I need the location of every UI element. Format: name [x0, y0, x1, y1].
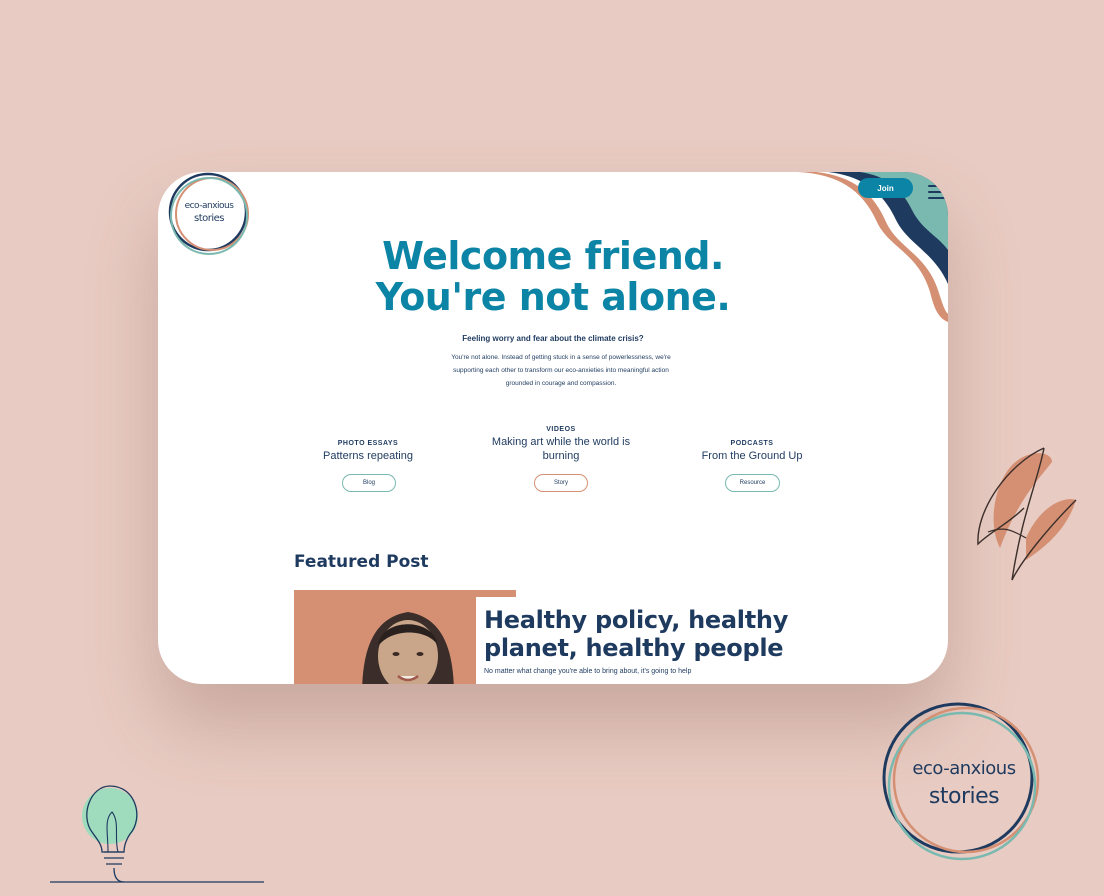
website-preview-card: eco-anxious stories Join Welcome friend.… [158, 172, 948, 684]
featured-portrait-image[interactable] [344, 596, 474, 684]
hero-title-line1: Welcome friend. [382, 234, 724, 278]
blog-button[interactable]: Blog [342, 474, 396, 492]
hero-subtitle: Feeling worry and fear about the climate… [462, 334, 644, 343]
logo-text-line1: eco-anxious [912, 758, 1016, 779]
join-button[interactable]: Join [858, 178, 913, 198]
brand-logo-large: eco-anxious stories [880, 702, 1048, 862]
category-label: PODCASTS [730, 440, 774, 447]
featured-post-excerpt: No matter what change you're able to bri… [484, 668, 692, 675]
category-photo-essays: PHOTO ESSAYS Patterns repeating [298, 440, 438, 463]
hero-body-line2: supporting each other to transform our e… [453, 367, 669, 374]
hero-body: You're not alone. Instead of getting stu… [428, 351, 694, 390]
featured-post-title[interactable]: Healthy policy, healthy planet, healthy … [484, 606, 804, 662]
resource-button[interactable]: Resource [725, 474, 780, 492]
category-label: VIDEOS [546, 426, 576, 433]
category-title[interactable]: Patterns repeating [298, 449, 438, 463]
category-title-line2[interactable]: burning [476, 449, 646, 463]
category-videos: VIDEOS Making art while the world is bur… [476, 426, 646, 463]
logo-text-line2: stories [193, 213, 225, 224]
hero-body-line1: You're not alone. Instead of getting stu… [451, 354, 671, 361]
category-title[interactable]: From the Ground Up [682, 449, 822, 463]
featured-heading: Featured Post [294, 552, 429, 572]
leaf-illustration-icon [977, 447, 1077, 581]
featured-post-title-line1[interactable]: Healthy policy, healthy [484, 606, 804, 634]
category-title-line1[interactable]: Making art while the world is [476, 435, 646, 449]
hero-body-line3: grounded in courage and compassion. [505, 380, 617, 387]
hero-title: Welcome friend. You're not alone. [158, 236, 948, 318]
logo-text-line2: stories [928, 784, 1000, 809]
hamburger-menu-icon[interactable] [928, 185, 946, 199]
category-podcasts: PODCASTS From the Ground Up [682, 440, 822, 463]
logo-rings-icon [882, 702, 1040, 861]
category-label: PHOTO ESSAYS [337, 440, 399, 447]
story-button[interactable]: Story [534, 474, 588, 492]
logo-text-line1: eco-anxious [184, 201, 234, 211]
featured-post-title-line2[interactable]: planet, healthy people [484, 634, 804, 662]
hero-title-line2: You're not alone. [375, 275, 731, 319]
lightbulb-illustration-icon [50, 785, 264, 883]
